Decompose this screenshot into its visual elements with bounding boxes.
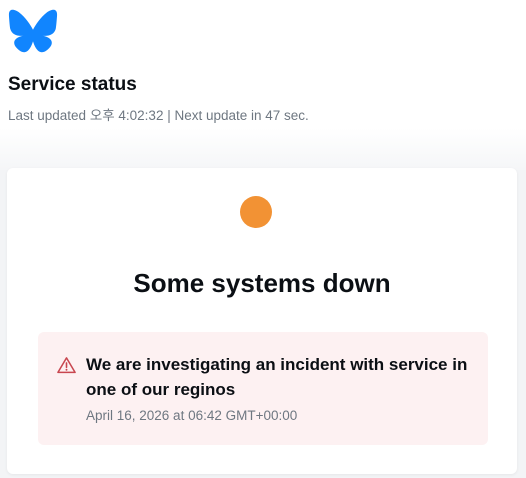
butterfly-icon-path	[8, 9, 58, 53]
last-updated-text: Last updated 오후 4:02:32 | Next update in…	[8, 108, 309, 123]
status-title: Some systems down	[133, 268, 391, 298]
page-header: Service status Last updated 오후 4:02:32 |…	[0, 0, 526, 170]
warning-exclamation-dot	[65, 368, 68, 371]
incident-panel: We are investigating an incident with se…	[38, 332, 488, 445]
incident-title: We are investigating an incident with se…	[86, 355, 468, 399]
page-title: Service status	[8, 74, 137, 95]
incident-date: April 16, 2026 at 06:42 GMT+00:00	[86, 408, 298, 423]
status-dot-icon	[240, 196, 272, 228]
status-card: Some systems down We are investigating a…	[7, 168, 517, 474]
butterfly-icon[interactable]	[8, 9, 58, 53]
warning-triangle-icon	[57, 357, 76, 374]
